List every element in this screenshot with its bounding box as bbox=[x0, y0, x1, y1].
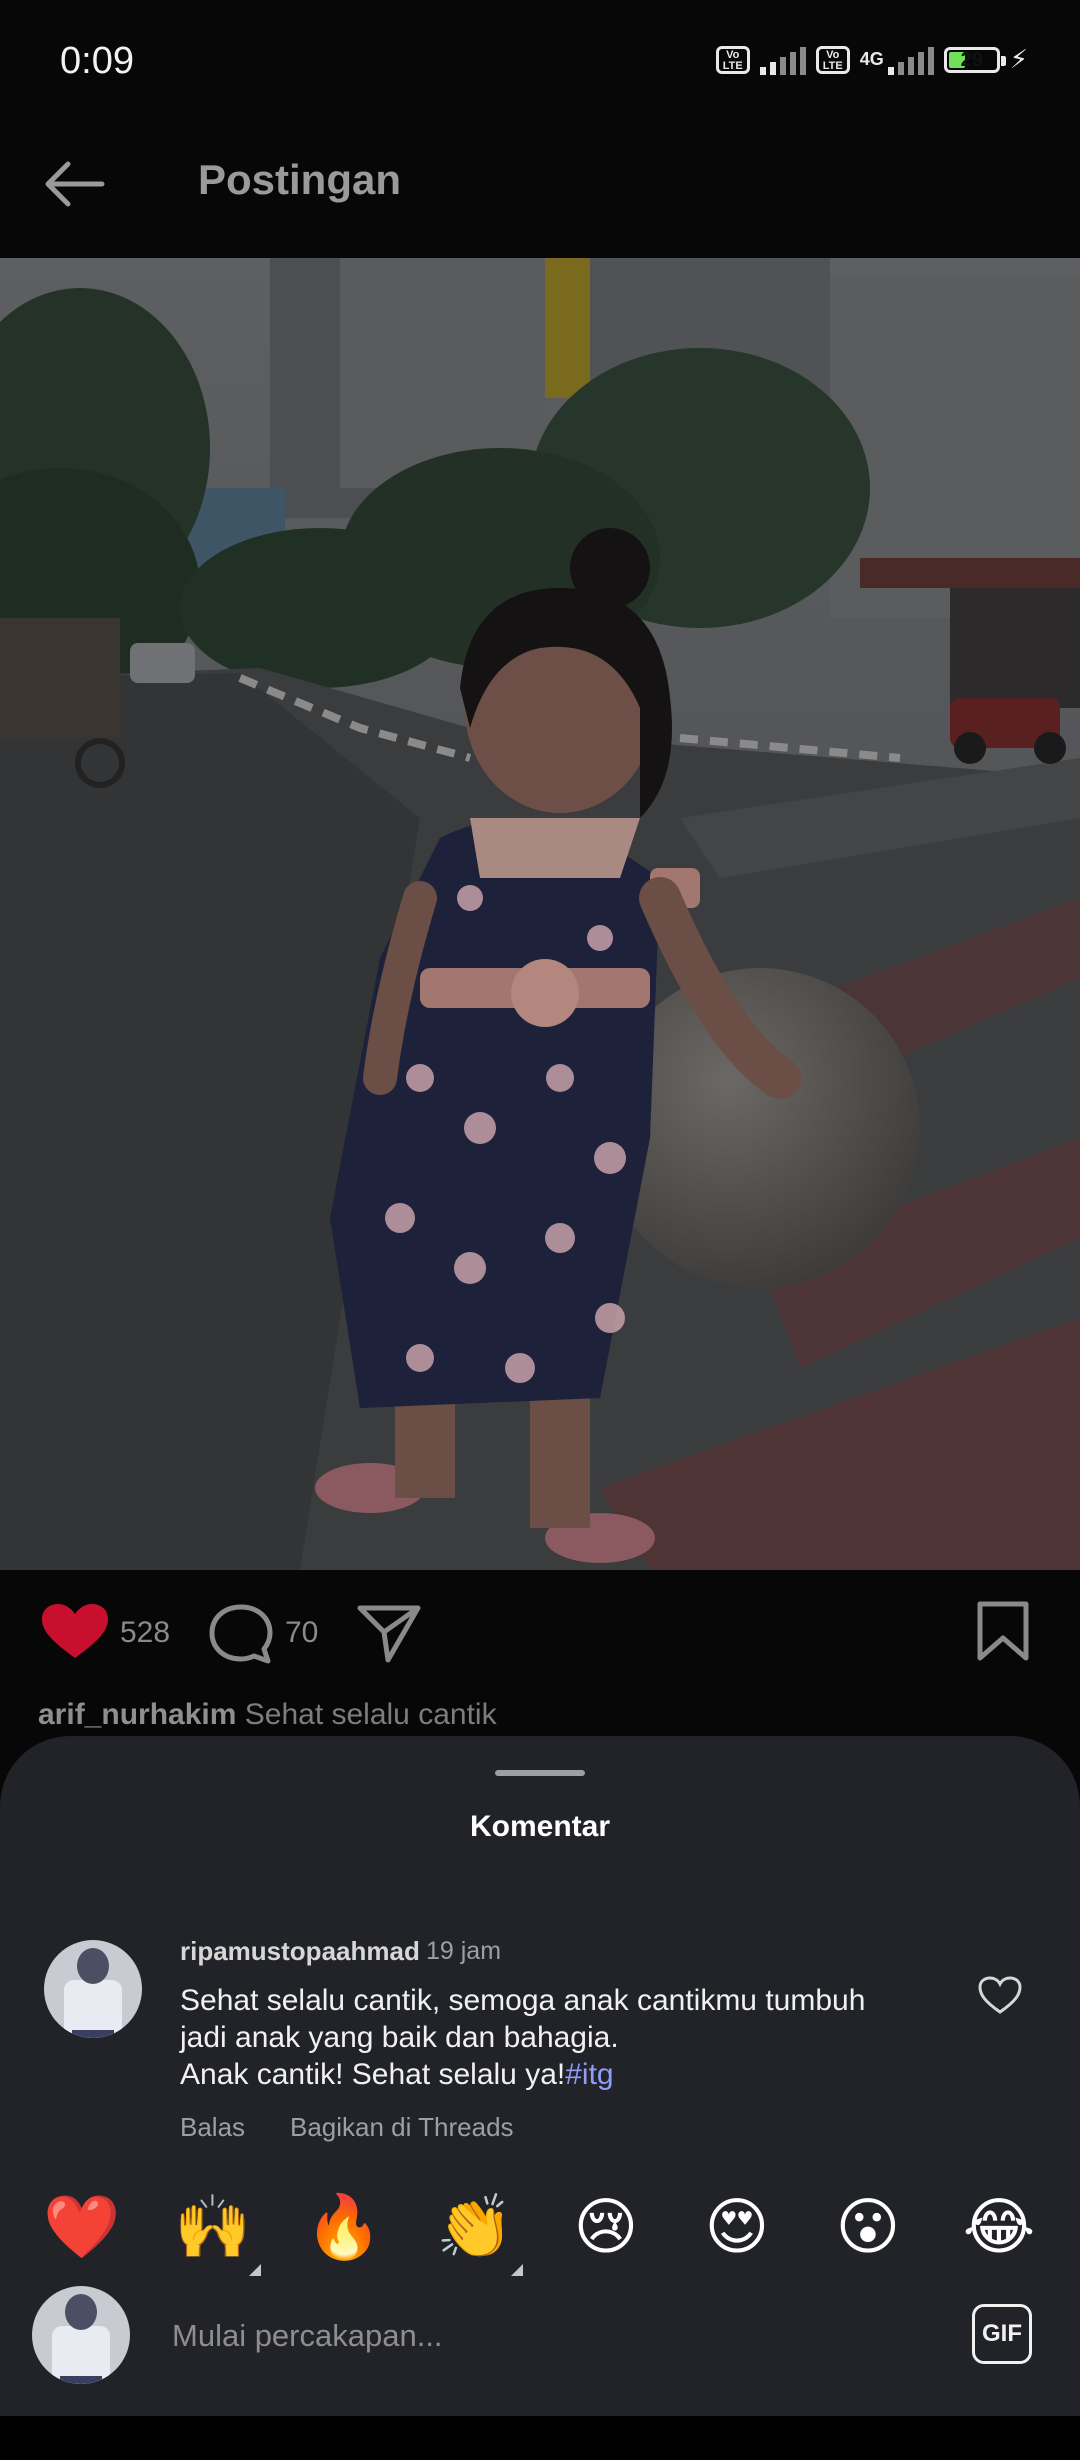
emoji-glyph: 🙌 bbox=[174, 2193, 252, 2262]
comment-timestamp: 19 jam bbox=[426, 1937, 502, 1965]
send-icon bbox=[357, 1605, 421, 1663]
like-button[interactable] bbox=[40, 1602, 110, 1662]
comment-input[interactable] bbox=[170, 2300, 934, 2372]
emoji-tears-of-joy[interactable]: 😂 bbox=[959, 2188, 1039, 2268]
sheet-drag-handle[interactable] bbox=[495, 1770, 585, 1776]
volte-icon-2: Vo LTE bbox=[815, 45, 850, 74]
emoji-crying-face[interactable]: 😢 bbox=[566, 2188, 646, 2268]
comment-text: Sehat selalu cantik, semoga anak cantikm… bbox=[180, 1982, 940, 2093]
status-bar: 0:09 Vo LTE Vo LTE 4G 29 ⚡ bbox=[0, 0, 1080, 130]
bookmark-button[interactable] bbox=[976, 1600, 1030, 1662]
share-to-threads-link[interactable]: Bagikan di Threads bbox=[290, 2112, 514, 2143]
bookmark-icon bbox=[977, 1601, 1029, 1661]
comment-button[interactable] bbox=[208, 1603, 274, 1665]
volte-icon: Vo LTE bbox=[715, 45, 750, 74]
comment-line: jadi anak yang baik dan bahagia. bbox=[180, 2021, 619, 2054]
emoji-clapping-hands[interactable]: 👏 bbox=[435, 2188, 523, 2276]
post-image bbox=[0, 258, 1080, 1570]
comment-hashtag[interactable]: #itg bbox=[565, 2058, 613, 2091]
emoji-glyph: 👏 bbox=[436, 2193, 514, 2262]
back-button[interactable] bbox=[40, 152, 120, 216]
sheet-title: Komentar bbox=[469, 1810, 611, 1843]
gif-button[interactable]: GIF bbox=[972, 2304, 1032, 2364]
page-title: Postingan bbox=[198, 156, 402, 203]
signal-icon-2 bbox=[887, 45, 934, 75]
skin-tone-indicator-icon bbox=[249, 2264, 261, 2276]
like-count[interactable]: 528 bbox=[120, 1616, 170, 1650]
network-type: 4G bbox=[859, 49, 884, 69]
emoji-heart-eyes[interactable]: 😍 bbox=[697, 2188, 777, 2268]
emoji-red-heart[interactable]: ❤️ bbox=[42, 2188, 122, 2268]
caption-username[interactable]: arif_nurhakim bbox=[38, 1698, 236, 1731]
status-icons: Vo LTE Vo LTE 4G 29 ⚡ bbox=[715, 44, 1028, 75]
comment-line: Anak cantik! Sehat selalu ya! bbox=[180, 2058, 566, 2091]
emoji-surprised-face[interactable]: 😮 bbox=[828, 2188, 908, 2268]
current-user-avatar bbox=[32, 2286, 130, 2384]
share-button[interactable] bbox=[356, 1602, 422, 1664]
commenter-avatar[interactable] bbox=[44, 1940, 142, 2038]
emoji-reaction-bar: ❤️ 🙌 🔥 👏 😢 😍 😮 😂 bbox=[0, 2188, 1080, 2276]
comment-count[interactable]: 70 bbox=[285, 1616, 318, 1650]
system-navigation-bar bbox=[0, 2416, 1080, 2460]
skin-tone-indicator-icon bbox=[511, 2264, 523, 2276]
commenter-username[interactable]: ripamustopaahmad bbox=[180, 1936, 420, 1967]
heart-outline-icon bbox=[978, 1976, 1022, 2014]
charging-icon: ⚡ bbox=[1009, 44, 1028, 74]
battery-level: 29 bbox=[960, 48, 983, 71]
battery-icon: 29 bbox=[943, 46, 1006, 73]
emoji-fire[interactable]: 🔥 bbox=[304, 2188, 384, 2268]
comment-bubble-icon bbox=[209, 1604, 273, 1664]
post-caption: arif_nurhakim Sehat selalu cantik bbox=[38, 1698, 497, 1732]
emoji-raising-hands[interactable]: 🙌 bbox=[173, 2188, 261, 2276]
avatar-image bbox=[44, 1940, 142, 2038]
comment-line: Sehat selalu cantik, semoga anak cantikm… bbox=[180, 1984, 866, 2017]
reply-link[interactable]: Balas bbox=[180, 2112, 245, 2143]
arrow-left-icon bbox=[45, 161, 105, 207]
status-time: 0:09 bbox=[60, 40, 134, 82]
heart-filled-icon bbox=[42, 1604, 108, 1658]
caption-text: Sehat selalu cantik bbox=[244, 1698, 497, 1731]
comment-like-button[interactable] bbox=[978, 1976, 1022, 2016]
signal-icon bbox=[759, 45, 806, 75]
avatar-image bbox=[32, 2286, 130, 2384]
post-photo[interactable] bbox=[0, 258, 1080, 1570]
